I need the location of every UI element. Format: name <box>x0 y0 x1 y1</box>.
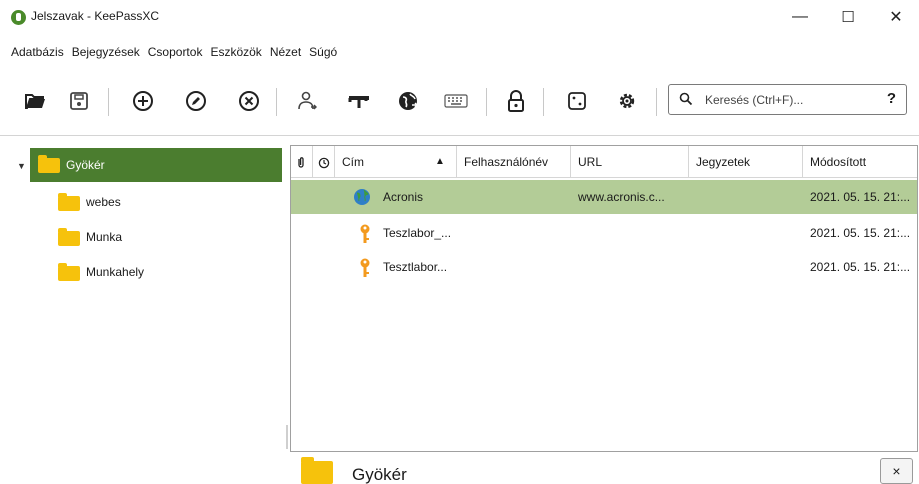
password-generator-icon[interactable] <box>564 88 590 114</box>
toolbar-separator <box>276 88 277 116</box>
group-item-webes[interactable]: webes <box>30 184 282 218</box>
menu-nezet[interactable]: Nézet <box>268 40 307 62</box>
copy-username-icon[interactable] <box>294 88 320 114</box>
group-item-munkahely[interactable]: Munkahely <box>30 254 282 288</box>
open-url-icon[interactable] <box>395 88 421 114</box>
key-icon <box>359 224 371 247</box>
save-icon[interactable] <box>66 88 92 114</box>
menu-eszkozok[interactable]: Eszközök <box>208 40 267 62</box>
close-button[interactable]: ✕ <box>876 4 916 30</box>
entry-title: Tesztlabor... <box>383 260 448 274</box>
group-label: Munka <box>86 230 123 244</box>
window-title: Jelszavak - KeePassXC <box>31 9 160 23</box>
column-title-label: Cím <box>342 155 364 169</box>
entry-title: Teszlabor_... <box>383 226 452 240</box>
toolbar-separator <box>108 88 109 116</box>
entry-modified: 2021. 05. 15. 21:... <box>810 190 911 204</box>
group-tree: ▼ Gyökér webes Munka Munkahely <box>10 144 282 452</box>
folder-icon <box>58 228 80 246</box>
table-row[interactable]: Acronis www.acronis.c... 2021. 05. 15. 2… <box>291 180 917 214</box>
table-row[interactable]: Tesztlabor... 2021. 05. 15. 21:... <box>291 250 917 284</box>
column-modified[interactable]: Módosított <box>803 146 917 178</box>
autotype-keyboard-icon[interactable] <box>443 88 469 114</box>
column-attachment[interactable] <box>291 146 313 178</box>
folder-icon <box>58 193 80 211</box>
settings-icon[interactable] <box>614 88 640 114</box>
menu-bejegyzesek[interactable]: Bejegyzések <box>70 40 146 62</box>
entry-title: Acronis <box>383 190 424 204</box>
key-icon <box>359 258 371 281</box>
edit-entry-icon[interactable] <box>183 88 209 114</box>
folder-icon <box>38 155 60 173</box>
maximize-button[interactable]: ☐ <box>828 4 868 30</box>
folder-icon <box>58 263 80 281</box>
clock-icon <box>318 157 330 169</box>
column-username[interactable]: Felhasználónév <box>457 146 571 178</box>
group-label: webes <box>86 195 121 209</box>
delete-entry-icon[interactable] <box>236 88 262 114</box>
column-expiry[interactable] <box>313 146 335 178</box>
menu-bar: Adatbázis Bejegyzések Csoportok Eszközök… <box>0 40 343 62</box>
preview-folder-icon <box>301 457 333 484</box>
group-root-label: Gyökér <box>66 158 105 172</box>
paperclip-icon <box>298 157 304 168</box>
group-root[interactable]: Gyökér <box>30 148 282 182</box>
preview-title: Gyökér <box>352 465 407 484</box>
toolbar-divider <box>0 135 919 136</box>
keepassxc-app-icon <box>11 10 26 25</box>
entry-table: Cím ▲ Felhasználónév URL Jegyzetek Módos… <box>290 145 918 452</box>
open-folder-icon[interactable] <box>22 88 48 114</box>
column-url[interactable]: URL <box>571 146 689 178</box>
minimize-button[interactable]: — <box>780 4 820 30</box>
menu-adatbazis[interactable]: Adatbázis <box>0 40 70 62</box>
group-label: Munkahely <box>86 265 145 279</box>
toolbar-separator <box>543 88 544 116</box>
column-title[interactable]: Cím ▲ <box>335 146 457 178</box>
column-notes[interactable]: Jegyzetek <box>689 146 803 178</box>
menu-csoportok[interactable]: Csoportok <box>146 40 209 62</box>
toolbar-separator <box>486 88 487 116</box>
search-input[interactable] <box>705 91 865 109</box>
add-entry-icon[interactable] <box>130 88 156 114</box>
table-row[interactable]: Teszlabor_... 2021. 05. 15. 21:... <box>291 216 917 250</box>
globe-icon <box>353 188 371 209</box>
expand-arrow-icon[interactable]: ▼ <box>17 161 26 171</box>
search-help-button[interactable]: ? <box>887 90 896 107</box>
splitter-handle[interactable] <box>286 425 288 449</box>
toolbar-separator <box>656 88 657 116</box>
copy-password-icon[interactable] <box>346 88 372 114</box>
lock-icon[interactable] <box>503 88 529 114</box>
preview-close-button[interactable]: × <box>880 458 913 484</box>
search-icon <box>679 92 693 109</box>
menu-sugo[interactable]: Súgó <box>307 40 343 62</box>
title-bar: Jelszavak - KeePassXC — ☐ ✕ <box>0 0 919 34</box>
entry-modified: 2021. 05. 15. 21:... <box>810 260 911 274</box>
entry-modified: 2021. 05. 15. 21:... <box>810 226 911 240</box>
sort-ascending-icon: ▲ <box>435 156 445 167</box>
entry-url: www.acronis.c... <box>578 190 665 204</box>
search-box[interactable]: ? <box>668 84 907 115</box>
group-item-munka[interactable]: Munka <box>30 219 282 253</box>
